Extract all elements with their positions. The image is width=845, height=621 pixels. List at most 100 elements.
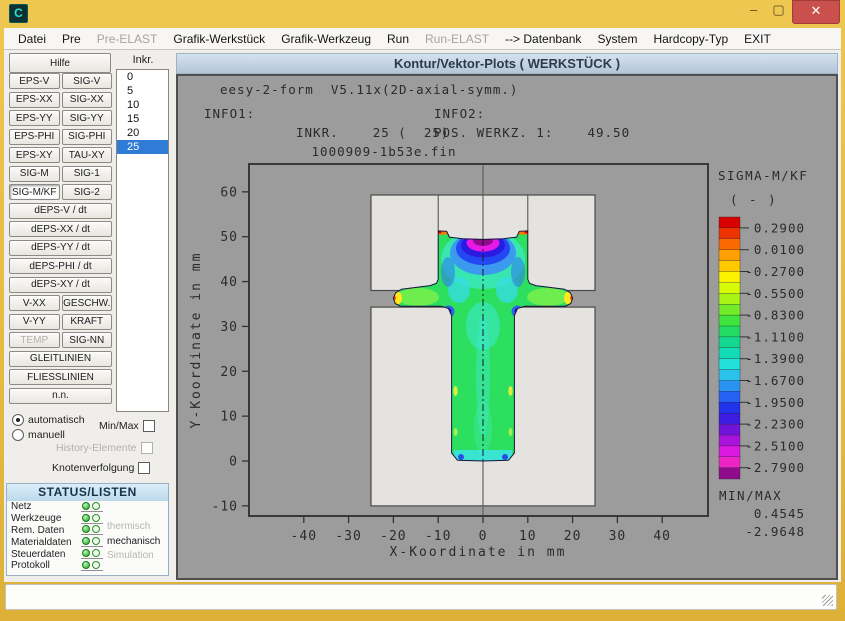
inkr-option-10[interactable]: 10 <box>117 98 168 112</box>
legend-color-segment <box>719 370 740 381</box>
radio-manuell[interactable]: manuell <box>12 429 65 441</box>
plot-button-sig-yy[interactable]: SIG-YY <box>62 110 113 126</box>
plot-button-deps-v-dt[interactable]: dEPS-V / dt <box>9 203 112 219</box>
legend-color-segment <box>719 217 740 228</box>
status-label: Steuerdaten <box>11 549 81 560</box>
y-tick-label: 60 <box>220 185 238 200</box>
menu-item-datenbank[interactable]: --> Datenbank <box>497 32 589 46</box>
y-tick-label: 30 <box>220 320 238 335</box>
button-row: dEPS-XX / dt <box>9 221 112 237</box>
x-tick-label: 30 <box>609 529 627 544</box>
help-button[interactable]: Hilfe <box>9 53 111 73</box>
plot-button-geschw[interactable]: GESCHW. <box>62 295 113 311</box>
inkr-option-0[interactable]: 0 <box>117 70 168 84</box>
legend-color-segment <box>719 239 740 250</box>
increment-listbox[interactable]: 0510152025 <box>116 69 169 412</box>
plot-button-sig-2[interactable]: SIG-2 <box>62 184 113 200</box>
minmax-label: MIN/MAX <box>719 488 782 503</box>
checkbox-icon <box>138 462 150 474</box>
inkr-option-20[interactable]: 20 <box>117 126 168 140</box>
titlebar[interactable]: C – ▢ ✕ <box>0 0 845 28</box>
checkbox-knotenverfolgung[interactable]: Knotenverfolgung <box>52 462 150 474</box>
mode-thermisch: thermisch <box>107 520 160 535</box>
legend-color-segment <box>719 250 740 261</box>
inkr-option-5[interactable]: 5 <box>117 84 168 98</box>
radio-manuell-label: manuell <box>28 429 65 441</box>
status-led-pair[interactable] <box>81 549 103 559</box>
legend-tick-label: -0.5500 <box>745 286 805 301</box>
inkr-option-15[interactable]: 15 <box>117 112 168 126</box>
plot-button-eps-yy[interactable]: EPS-YY <box>9 110 60 126</box>
legend-tick-label: -2.2300 <box>745 417 805 432</box>
plot-button-eps-xx[interactable]: EPS-XX <box>9 92 60 108</box>
minimize-button[interactable]: – <box>742 2 765 20</box>
legend-tick-label: -1.6700 <box>745 373 805 388</box>
button-row: TEMPSIG-NN <box>9 332 112 348</box>
plot-button-eps-v[interactable]: EPS-V <box>9 73 60 89</box>
plot-quantity-buttons: EPS-VSIG-VEPS-XXSIG-XXEPS-YYSIG-YYEPS-PH… <box>9 73 112 404</box>
menu-item-grafik-werkzeug[interactable]: Grafik-Werkzeug <box>273 32 379 46</box>
plot-button-deps-xy-dt[interactable]: dEPS-XY / dt <box>9 277 112 293</box>
plot-button-deps-yy-dt[interactable]: dEPS-YY / dt <box>9 240 112 256</box>
button-row: n.n. <box>9 388 112 404</box>
menu-item-exit[interactable]: EXIT <box>736 32 779 46</box>
mode-mechanisch: mechanisch <box>107 535 160 550</box>
status-led-pair[interactable] <box>81 502 103 512</box>
led-off-icon <box>92 502 100 510</box>
legend-color-segment <box>719 468 740 479</box>
x-tick-label: 40 <box>653 529 671 544</box>
radio-icon <box>12 414 24 426</box>
status-led-pair[interactable] <box>81 514 103 524</box>
legend-color-segment <box>719 457 740 468</box>
plot-button-fliesslinien[interactable]: FLIESSLINIEN <box>9 369 112 385</box>
inkr-option-25[interactable]: 25 <box>117 140 168 154</box>
plot-button-gleitlinien[interactable]: GLEITLINIEN <box>9 351 112 367</box>
menu-item-grafik-werkstück[interactable]: Grafik-Werkstück <box>165 32 273 46</box>
legend-color-segment <box>719 282 740 293</box>
plot-area: Kontur/Vektor-Plots ( WERKSTÜCK ) eesy-2… <box>172 50 841 582</box>
button-row: V-YYKRAFT <box>9 314 112 330</box>
legend-tick-label: -1.3900 <box>745 351 805 366</box>
plot-button-deps-phi-dt[interactable]: dEPS-PHI / dt <box>9 258 112 274</box>
menu-item-hardcopy-typ[interactable]: Hardcopy-Typ <box>645 32 736 46</box>
plot-button-sig-xx[interactable]: SIG-XX <box>62 92 113 108</box>
plot-button-deps-xx-dt[interactable]: dEPS-XX / dt <box>9 221 112 237</box>
close-button[interactable]: ✕ <box>792 0 840 24</box>
plot-button-sig-phi[interactable]: SIG-PHI <box>62 129 113 145</box>
button-row: dEPS-V / dt <box>9 203 112 219</box>
plot-button-sig-1[interactable]: SIG-1 <box>62 166 113 182</box>
plot-button-tau-xy[interactable]: TAU-XY <box>62 147 113 163</box>
x-tick-label: 0 <box>479 529 488 544</box>
status-led-pair[interactable] <box>81 537 103 547</box>
menu-item-system[interactable]: System <box>589 32 645 46</box>
plot-button-sig-v[interactable]: SIG-V <box>62 73 113 89</box>
plot-button-kraft[interactable]: KRAFT <box>62 314 113 330</box>
led-on-icon <box>82 537 90 545</box>
y-tick-label: 20 <box>220 365 238 380</box>
status-led-pair[interactable] <box>81 561 103 571</box>
menu-item-pre[interactable]: Pre <box>54 32 89 46</box>
maximize-button[interactable]: ▢ <box>767 2 790 20</box>
plot-button-sig-nn[interactable]: SIG-NN <box>62 332 113 348</box>
plot-canvas: eesy-2-form V5.11x(2D-axial-symm.) INFO1… <box>176 74 838 580</box>
plot-button-v-xx[interactable]: V-XX <box>9 295 60 311</box>
mode-simulation: Simulation <box>107 549 160 564</box>
plot-button-n-n[interactable]: n.n. <box>9 388 112 404</box>
app-window: C – ▢ ✕ DateiPrePre-ELASTGrafik-Werkstüc… <box>0 0 845 621</box>
button-row: SIG-MSIG-1 <box>9 166 112 182</box>
status-led-pair[interactable] <box>81 525 103 535</box>
checkbox-minmax[interactable]: Min/Max <box>99 420 155 432</box>
menu-item-datei[interactable]: Datei <box>10 32 54 46</box>
plot-button-eps-phi[interactable]: EPS-PHI <box>9 129 60 145</box>
legend-color-segment <box>719 315 740 326</box>
menu-item-run[interactable]: Run <box>379 32 417 46</box>
y-tick-label: 10 <box>220 410 238 425</box>
plot-button-eps-xy[interactable]: EPS-XY <box>9 147 60 163</box>
button-row: GLEITLINIEN <box>9 351 112 367</box>
led-off-icon <box>92 549 100 557</box>
plot-button-v-yy[interactable]: V-YY <box>9 314 60 330</box>
resize-grip-icon[interactable] <box>822 595 833 606</box>
plot-button-sig-m-kf[interactable]: SIG-M/KF <box>9 184 60 200</box>
radio-automatisch[interactable]: automatisch <box>12 414 85 426</box>
plot-button-sig-m[interactable]: SIG-M <box>9 166 60 182</box>
